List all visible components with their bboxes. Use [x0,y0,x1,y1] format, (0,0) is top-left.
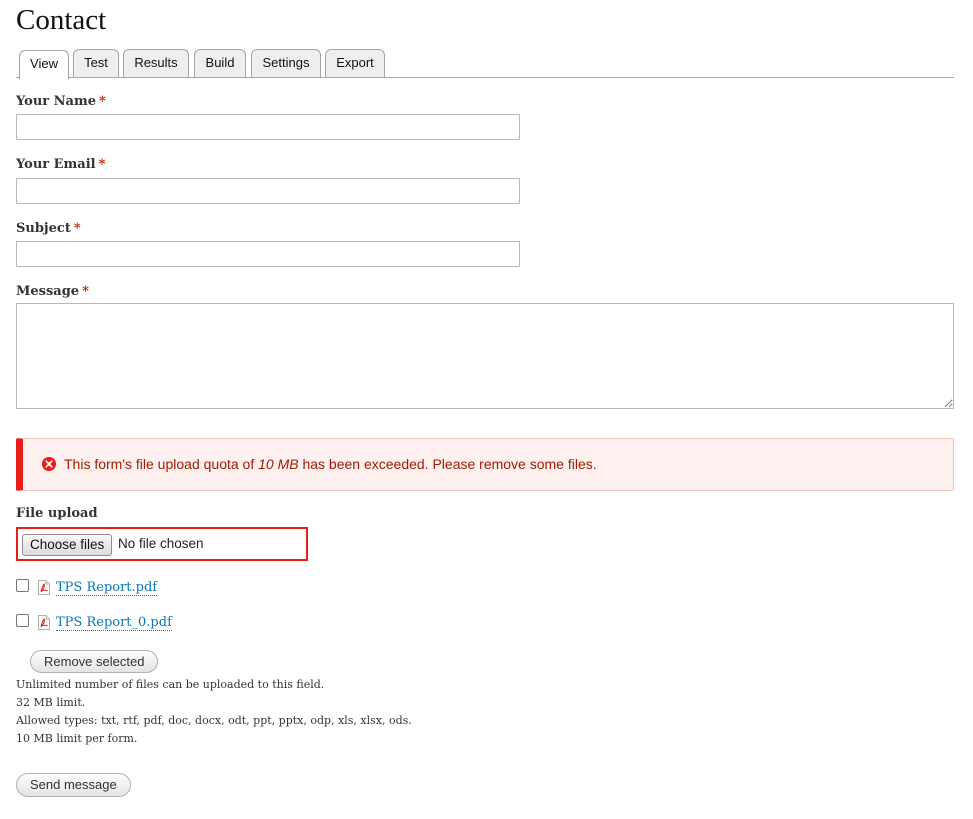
email-label-text: Your Email [16,157,96,172]
subject-label: Subject * [16,221,81,236]
required-marker: * [98,94,106,109]
error-text: This form's file upload quota of 10 MB h… [64,456,597,472]
description-line: Allowed types: txt, rtf, pdf, doc, docx,… [16,714,412,727]
email-input[interactable] [16,178,520,204]
name-label-text: Your Name [16,94,96,109]
file-input[interactable]: Choose files No file chosen [16,527,308,561]
tab-test[interactable]: Test [73,49,119,77]
error-quota: 10 MB [258,456,299,472]
tab-build[interactable]: Build [194,49,246,77]
tab-export[interactable]: Export [325,49,385,77]
file-checkbox[interactable] [16,579,29,592]
tab-results[interactable]: Results [123,49,189,77]
choose-files-button[interactable]: Choose files [22,534,113,556]
pdf-file-icon [38,615,50,630]
error-icon [42,457,56,471]
name-label: Your Name * [16,94,106,109]
pdf-file-icon [38,580,50,595]
file-checkbox[interactable] [16,614,29,627]
file-link[interactable]: TPS Report_0.pdf [56,615,172,631]
file-link[interactable]: TPS Report.pdf [56,580,158,596]
description-line: 32 MB limit. [16,696,86,709]
send-message-button[interactable]: Send message [16,773,131,797]
description-line: 10 MB limit per form. [16,732,138,745]
error-message: This form's file upload quota of 10 MB h… [16,438,954,491]
message-textarea[interactable] [16,303,954,409]
error-text-before: This form's file upload quota of [64,456,259,472]
required-marker: * [73,221,81,236]
tab-settings[interactable]: Settings [251,49,321,77]
required-marker: * [98,157,106,172]
page-title: Contact [16,4,107,36]
tab-view[interactable]: View [19,50,69,79]
tabs-bar: View Test Results Build Settings Export [16,49,954,79]
message-label: Message * [16,284,89,299]
file-status: No file chosen [118,536,204,551]
email-label: Your Email * [16,157,105,172]
description-line: Unlimited number of files can be uploade… [16,678,325,691]
subject-input[interactable] [16,241,520,267]
remove-selected-button[interactable]: Remove selected [30,650,159,673]
required-marker: * [82,284,89,299]
name-input[interactable] [16,114,520,140]
file-upload-description: Unlimited number of files can be uploade… [16,676,412,748]
error-text-after: has been exceeded. Please remove some fi… [298,456,597,472]
subject-label-text: Subject [16,221,71,236]
message-label-text: Message [16,284,80,299]
file-upload-label: File upload [16,506,98,521]
